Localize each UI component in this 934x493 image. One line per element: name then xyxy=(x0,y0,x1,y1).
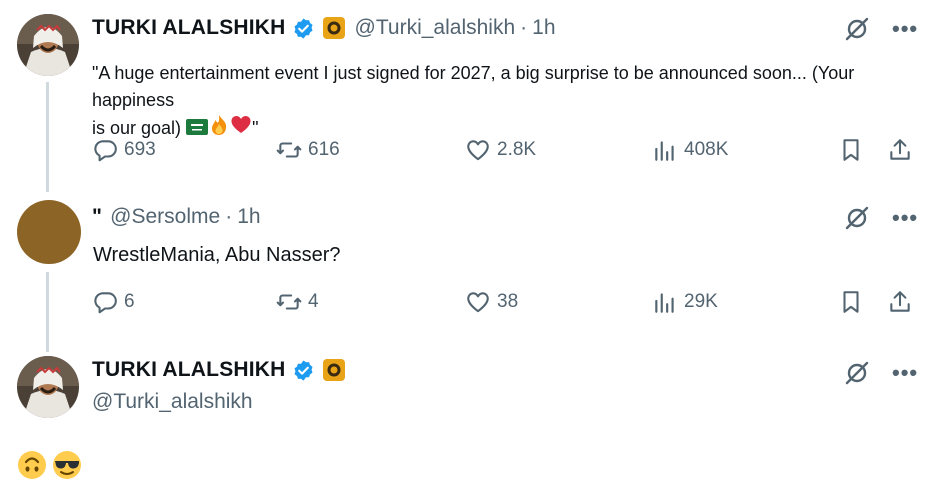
tweet-top-actions: ••• xyxy=(844,16,918,42)
tweet-action-bar: 693 616 2.8K 408K xyxy=(92,137,922,167)
like-icon xyxy=(467,140,489,161)
repost-icon xyxy=(276,294,302,310)
views-button[interactable]: 408K xyxy=(652,137,728,163)
handle[interactable]: @Turki_alalshikh xyxy=(355,16,516,40)
reply-icon xyxy=(94,292,117,314)
share-icon xyxy=(890,139,910,160)
tweet-text-fragment: is our goal) xyxy=(92,117,182,138)
separator-dot: · xyxy=(520,16,528,39)
tweet-text-line: "A huge entertainment event I just signe… xyxy=(92,63,855,110)
tweet-action-bar: 6 4 38 29K xyxy=(92,289,922,319)
share-button[interactable] xyxy=(887,289,913,315)
avatar[interactable] xyxy=(17,356,79,418)
repost-icon xyxy=(276,142,302,158)
more-icon[interactable]: ••• xyxy=(892,362,918,384)
tweet-text: "A huge entertainment event I just signe… xyxy=(92,60,922,144)
handle[interactable]: @Turki_alalshikh xyxy=(92,390,253,414)
more-icon[interactable]: ••• xyxy=(892,18,918,40)
views-button[interactable]: 29K xyxy=(652,289,718,315)
timestamp[interactable]: 1h xyxy=(532,16,555,40)
reply-button[interactable]: 6 xyxy=(92,289,135,315)
like-button[interactable]: 2.8K xyxy=(465,137,536,163)
tweet-text xyxy=(17,450,82,488)
timestamp[interactable]: 1h xyxy=(237,205,260,229)
handle[interactable]: @Sersolme xyxy=(110,205,220,229)
bookmark-button[interactable] xyxy=(838,289,864,315)
display-name[interactable]: TURKI ALALSHIKH xyxy=(92,16,286,40)
grok-icon[interactable] xyxy=(844,205,870,231)
like-button[interactable]: 38 xyxy=(465,289,518,315)
reply-count: 693 xyxy=(124,139,156,160)
tweet-top-actions: ••• xyxy=(844,360,918,386)
reply-icon xyxy=(94,140,117,162)
share-icon xyxy=(890,291,910,312)
tweet-header: TURKI ALALSHIKH @Turki_alalshikh · 1h xyxy=(92,16,556,40)
tweet-header: TURKI ALALSHIKH xyxy=(92,358,345,382)
tweet-header-handle-row: @Turki_alalshikh xyxy=(92,390,253,414)
sunglasses-face-emoji xyxy=(52,450,82,488)
views-count: 29K xyxy=(684,291,718,312)
reply-count: 6 xyxy=(124,291,135,312)
avatar[interactable] xyxy=(17,200,81,264)
more-icon[interactable]: ••• xyxy=(892,207,918,229)
display-name[interactable]: TURKI ALALSHIKH xyxy=(92,358,286,382)
bookmark-button[interactable] xyxy=(838,137,864,163)
repost-count: 616 xyxy=(308,139,340,160)
share-button[interactable] xyxy=(887,137,913,163)
like-count: 2.8K xyxy=(497,139,537,160)
repost-button[interactable]: 4 xyxy=(276,289,319,315)
thread-line xyxy=(46,82,49,192)
thread-line xyxy=(46,272,49,352)
affiliate-badge-icon[interactable] xyxy=(322,359,345,381)
reply-button[interactable]: 693 xyxy=(92,137,156,163)
like-count: 38 xyxy=(497,291,519,312)
repost-button[interactable]: 616 xyxy=(276,137,340,163)
views-count: 408K xyxy=(684,139,729,160)
views-icon xyxy=(655,141,674,161)
tweet-header: " @Sersolme · 1h xyxy=(92,205,261,229)
tweet-top-actions: ••• xyxy=(844,205,918,231)
like-icon xyxy=(467,292,489,313)
views-icon xyxy=(655,293,674,313)
verified-badge-icon xyxy=(292,17,315,40)
display-name[interactable]: " xyxy=(92,205,102,229)
tweet-text: WrestleMania, Abu Nasser? xyxy=(93,244,341,266)
affiliate-badge-icon[interactable] xyxy=(322,17,345,39)
repost-count: 4 xyxy=(308,291,319,312)
grok-icon[interactable] xyxy=(844,360,870,386)
tweet-text-fragment: " xyxy=(252,117,259,138)
verified-badge-icon xyxy=(292,359,315,382)
separator-dot: · xyxy=(225,205,233,228)
bookmark-icon xyxy=(843,139,859,161)
bookmark-icon xyxy=(843,291,859,313)
upside-down-face-emoji xyxy=(17,450,47,488)
avatar[interactable] xyxy=(17,14,79,76)
grok-icon[interactable] xyxy=(844,16,870,42)
